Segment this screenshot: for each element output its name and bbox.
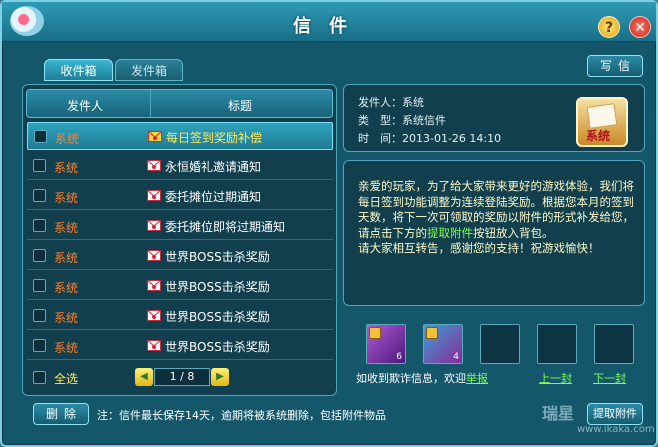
row-subject: 世界BOSS击杀奖励	[165, 250, 270, 264]
help-button[interactable]: ?	[598, 16, 620, 38]
tab-outbox[interactable]: 发件箱	[115, 59, 183, 81]
row-checkbox[interactable]	[33, 279, 46, 292]
mail-row[interactable]: 系统 委托摊位即将过期通知	[27, 212, 333, 240]
attachment-count: 4	[453, 352, 459, 362]
previous-mail-link[interactable]: 上一封	[539, 370, 572, 386]
mail-row[interactable]: 系统 世界BOSS击杀奖励	[27, 332, 333, 360]
mail-row[interactable]: 系统 委托摊位过期通知	[27, 182, 333, 210]
envelope-icon	[147, 190, 161, 201]
page-next-button[interactable]: ▶	[211, 368, 229, 386]
page-prev-button[interactable]: ◀	[135, 368, 153, 386]
envelope-icon	[147, 250, 161, 261]
write-mail-button[interactable]: 写信	[587, 55, 643, 77]
attachment-slot-3[interactable]	[480, 324, 520, 364]
row-sender: 系统	[54, 221, 79, 235]
row-subject: 世界BOSS击杀奖励	[165, 280, 270, 294]
row-sender: 系统	[54, 281, 79, 295]
mail-row[interactable]: 系统 永恒婚礼邀请通知	[27, 152, 333, 180]
row-sender: 系统	[54, 341, 79, 355]
row-sender: 系统	[55, 132, 80, 146]
envelope-icon	[586, 103, 618, 129]
row-subject: 委托摊位过期通知	[165, 190, 262, 204]
info-time: 时 间：2013-01-26 14:10	[358, 132, 502, 145]
mail-info-panel: 发件人：系统 类 型：系统信件 时 间：2013-01-26 14:10 系统	[343, 84, 645, 152]
row-checkbox[interactable]	[34, 130, 47, 143]
mail-body-text: 亲爱的玩家，为了给大家带来更好的游戏体验，我们将每日签到功能调整为连续登陆奖励。…	[358, 179, 634, 255]
mail-row[interactable]: 系统 世界BOSS击杀奖励	[27, 242, 333, 270]
row-sender: 系统	[54, 191, 79, 205]
row-subject: 委托摊位即将过期通知	[165, 220, 286, 234]
extract-attachment-link[interactable]: 提取附件	[427, 226, 473, 240]
envelope-icon	[147, 160, 161, 171]
row-subject: 每日签到奖励补偿	[166, 131, 263, 145]
column-header-sender: 发件人	[67, 99, 104, 113]
close-button[interactable]: ✕	[629, 16, 651, 38]
row-sender: 系统	[54, 161, 79, 175]
next-mail-link[interactable]: 下一封	[593, 370, 626, 386]
window-title: 信件	[293, 16, 365, 37]
mail-row[interactable]: 系统 每日签到奖励补偿	[27, 122, 333, 150]
delete-button[interactable]: 删除	[33, 403, 89, 425]
row-subject: 永恒婚礼邀请通知	[165, 160, 262, 174]
select-all-label[interactable]: 全选	[54, 370, 78, 387]
page-indicator: 1 / 8	[154, 368, 210, 386]
report-link[interactable]: 举报	[466, 372, 488, 385]
mail-window: 信件 ? ✕ 收件箱 发件箱 写信 发件人 标题 系统 每日签到奖励补偿 系统 永恒婚…	[0, 0, 658, 447]
mail-row[interactable]: 系统 世界BOSS击杀奖励	[27, 272, 333, 300]
envelope-icon	[147, 310, 161, 321]
row-checkbox[interactable]	[33, 339, 46, 352]
envelope-icon	[147, 340, 161, 351]
row-sender: 系统	[54, 251, 79, 265]
tab-inbox[interactable]: 收件箱	[44, 59, 113, 81]
select-all-checkbox[interactable]	[33, 371, 46, 384]
attachment-slot-2[interactable]: 4	[423, 324, 463, 364]
attachment-slot-1[interactable]: 6	[366, 324, 406, 364]
info-type: 类 型：系统信件	[358, 114, 446, 127]
list-header: 发件人 标题	[26, 89, 333, 118]
title-bar: 信件 ? ✕	[2, 2, 656, 42]
mail-list: 发件人 标题 系统 每日签到奖励补偿 系统 永恒婚礼邀请通知 系统 委托摊位过期通知 系统委…	[22, 84, 337, 396]
attachment-count: 6	[396, 352, 402, 362]
row-sender: 系统	[54, 311, 79, 325]
header-divider	[150, 90, 151, 117]
lock-icon	[369, 327, 381, 339]
envelope-icon	[147, 280, 161, 291]
row-subject: 世界BOSS击杀奖励	[165, 310, 270, 324]
row-checkbox[interactable]	[33, 219, 46, 232]
system-mail-icon: 系统	[576, 97, 628, 147]
mail-row[interactable]: 系统 世界BOSS击杀奖励	[27, 302, 333, 330]
system-icon-label: 系统	[586, 129, 611, 143]
row-subject: 世界BOSS击杀奖励	[165, 340, 270, 354]
info-sender: 发件人：系统	[358, 96, 424, 109]
lock-icon	[426, 327, 438, 339]
watermark-url: www.ikaka.com	[577, 424, 655, 435]
row-checkbox[interactable]	[33, 309, 46, 322]
row-checkbox[interactable]	[33, 189, 46, 202]
column-header-title: 标题	[228, 99, 253, 113]
envelope-icon	[147, 220, 161, 231]
extract-attachment-button[interactable]: 提取附件	[587, 403, 643, 425]
report-notice: 如收到欺诈信息，欢迎举报	[356, 372, 488, 385]
attachment-slot-5[interactable]	[594, 324, 634, 364]
mail-body-panel: 亲爱的玩家，为了给大家带来更好的游戏体验，我们将每日签到功能调整为连续登陆奖励。…	[343, 160, 645, 306]
envelope-icon	[148, 131, 162, 142]
row-checkbox[interactable]	[33, 159, 46, 172]
attachment-slot-4[interactable]	[537, 324, 577, 364]
watermark-logo: 瑞星	[542, 404, 575, 423]
retention-note: 注：信件最长保存14天，逾期将被系统删除，包括附件物品	[97, 409, 386, 422]
row-checkbox[interactable]	[33, 249, 46, 262]
